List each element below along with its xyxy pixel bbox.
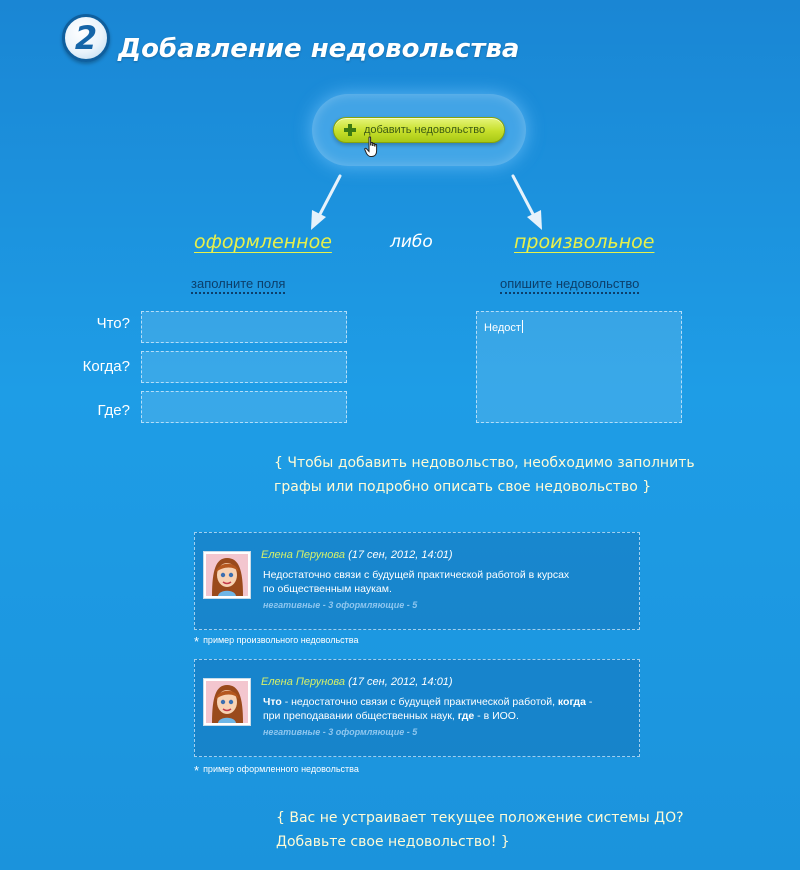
arrow-left-icon [311,174,342,230]
user-avatar-icon [206,554,248,596]
describe-complaint-hint[interactable]: опишите недовольство [500,276,640,294]
footer-line-1: { Вас не устраивает текущее положение си… [276,810,684,826]
post-date: (17 сен, 2012, 14:01) [348,676,453,688]
example-caption-freeform: * пример произвольного недовольства [194,634,358,649]
card-text-line-1: Что - недостаточно связи с будущей практ… [263,695,633,709]
user-avatar-icon [206,681,248,723]
example-card-formatted: Елена Перунова (17 сен, 2012, 14:01) Что… [194,659,640,757]
hand-cursor-icon [364,136,378,157]
description-text: Недост [484,322,521,334]
footer-note: { Вас не устраивает текущее положение си… [276,806,716,854]
what-text: - недостаточно связи с будущей практичес… [281,696,558,708]
text-caret [521,320,523,333]
when-detail: при преподавании общественных наук, [263,710,458,722]
footer-line-2: Добавьте свое недовольство! } [276,834,510,850]
what-label: Что? [96,315,130,332]
where-text: - в ИОО. [474,710,519,722]
author-name[interactable]: Елена Перунова [261,549,345,561]
when-input[interactable] [141,351,347,383]
author-name[interactable]: Елена Перунова [261,676,345,688]
add-complaint-label: добавить недовольство [364,124,486,136]
what-input[interactable] [141,311,347,343]
card-tags: негативные - 3 оформляющие - 5 [263,600,418,610]
card-text-line-2: при преподавании общественных наук, где … [263,709,633,723]
page-title: Добавление недовольства [118,34,520,64]
step-number-badge: 2 [62,14,110,62]
asterisk-icon: * [194,763,200,778]
card-text: Что - недостаточно связи с будущей практ… [263,695,633,723]
example-caption-formatted: * пример оформленного недовольства [194,763,359,778]
when-label: Когда? [82,358,130,375]
asterisk-icon: * [194,634,200,649]
instruction-line-2: графы или подробно описать свое недоволь… [274,479,652,495]
card-tags: негативные - 3 оформляющие - 5 [263,727,418,737]
either-label: либо [390,232,433,252]
avatar [203,551,251,599]
caption-text: пример оформленного недовольства [203,764,359,774]
step-number: 2 [74,19,98,57]
card-text-line-2: по общественным наукам. [263,583,392,595]
avatar [203,678,251,726]
when-keyword: когда [557,696,586,708]
option-formatted-link[interactable]: оформленное [194,231,332,253]
add-complaint-button[interactable]: добавить недовольство [333,117,505,143]
card-header: Елена Перунова (17 сен, 2012, 14:01) [261,549,453,561]
fill-fields-hint[interactable]: заполните поля [191,276,286,294]
plus-icon [344,124,356,136]
post-date: (17 сен, 2012, 14:01) [348,549,453,561]
instruction-line-1: { Чтобы добавить недовольство, необходим… [274,455,695,471]
caption-text: пример произвольного недовольства [203,635,359,645]
where-label: Где? [97,402,130,419]
where-keyword: где [457,710,475,722]
description-textarea[interactable]: Недост [476,311,682,423]
example-card-freeform: Елена Перунова (17 сен, 2012, 14:01) Нед… [194,532,640,630]
card-header: Елена Перунова (17 сен, 2012, 14:01) [261,676,453,688]
card-text: Недостаточно связи с будущей практическо… [263,568,633,596]
when-text: - [585,696,593,708]
option-freeform-link[interactable]: произвольное [514,231,654,253]
arrow-right-icon [511,174,542,230]
card-text-line-1: Недостаточно связи с будущей практическо… [263,569,570,581]
what-keyword: Что [263,696,282,708]
instruction-note: { Чтобы добавить недовольство, необходим… [274,451,744,499]
where-input[interactable] [141,391,347,423]
